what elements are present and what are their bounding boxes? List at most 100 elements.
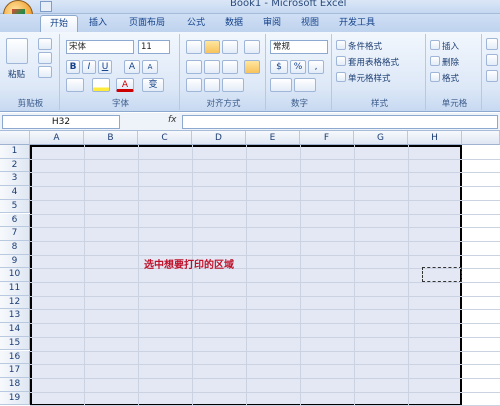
- column-header[interactable]: D: [192, 131, 246, 145]
- row-header[interactable]: 13: [0, 309, 30, 324]
- column-header[interactable]: B: [84, 131, 138, 145]
- decrease-decimal-icon[interactable]: [294, 78, 316, 92]
- styles-label: 样式: [370, 99, 388, 109]
- tab-view[interactable]: 视图: [292, 15, 328, 32]
- row-header[interactable]: 17: [0, 364, 30, 378]
- font-color-button[interactable]: A: [116, 78, 134, 92]
- cell-styles-button[interactable]: 单元格样式: [348, 72, 391, 84]
- grid-line: [30, 391, 500, 393]
- clear-icon[interactable]: [486, 70, 498, 82]
- name-box[interactable]: H32: [2, 115, 120, 129]
- font-name-select[interactable]: 宋体: [66, 40, 134, 54]
- wrap-text-icon[interactable]: [244, 40, 260, 54]
- formula-input[interactable]: [182, 115, 498, 129]
- row-header[interactable]: 6: [0, 213, 30, 228]
- number-format-select[interactable]: 常规: [270, 40, 328, 54]
- format-painter-icon[interactable]: [38, 66, 52, 78]
- select-all-corner[interactable]: [0, 131, 30, 145]
- bold-button[interactable]: B: [66, 60, 80, 74]
- row-header[interactable]: 3: [0, 172, 30, 187]
- row-header[interactable]: 9: [0, 254, 30, 269]
- italic-button[interactable]: I: [82, 60, 96, 74]
- copy-marquee: [422, 267, 462, 282]
- row-header[interactable]: 14: [0, 323, 30, 337]
- align-middle-icon[interactable]: [204, 40, 220, 54]
- row-header[interactable]: 15: [0, 336, 30, 351]
- tab-insert[interactable]: 插入: [80, 15, 116, 32]
- row-header[interactable]: 4: [0, 186, 30, 200]
- currency-button[interactable]: $: [270, 60, 288, 74]
- grow-font-button[interactable]: A: [124, 60, 140, 74]
- orientation-icon[interactable]: [222, 78, 244, 92]
- column-header[interactable]: C: [138, 131, 192, 145]
- autosum-icon[interactable]: [486, 38, 498, 50]
- ribbon: 粘贴 剪贴板 宋体 11 B I U A A A 变 字体 对齐方式 常规 $ …: [0, 32, 500, 112]
- row-header[interactable]: 12: [0, 295, 30, 310]
- tab-home[interactable]: 开始: [40, 15, 78, 32]
- title-bar: Book1 - Microsoft Excel: [0, 0, 500, 14]
- worksheet-grid[interactable]: A B C D E F G H 1 2 3 4 5 6 7 8 9 10 11 12 13 14 15 16 1…: [0, 131, 500, 406]
- row-header[interactable]: 11: [0, 282, 30, 296]
- ribbon-tabs: 开始 插入 页面布局 公式 数据 审阅 视图 开发工具: [0, 14, 500, 32]
- font-size-select[interactable]: 11: [138, 40, 170, 54]
- increase-indent-icon[interactable]: [204, 78, 220, 92]
- grid-line: [138, 145, 139, 406]
- align-top-icon[interactable]: [186, 40, 202, 54]
- row-header[interactable]: 8: [0, 240, 30, 255]
- row-header[interactable]: 2: [0, 158, 30, 173]
- delete-cells-icon: [430, 56, 440, 66]
- column-header[interactable]: A: [30, 131, 84, 145]
- decrease-indent-icon[interactable]: [186, 78, 202, 92]
- grid-line: [30, 364, 500, 366]
- tab-developer[interactable]: 开发工具: [330, 15, 384, 32]
- alignment-group: 对齐方式: [182, 34, 266, 110]
- row-header[interactable]: 1: [0, 145, 30, 159]
- conditional-format-button[interactable]: 条件格式: [348, 40, 382, 52]
- cell-styles-icon: [336, 72, 346, 82]
- tab-review[interactable]: 审阅: [254, 15, 290, 32]
- row-header[interactable]: 10: [0, 268, 30, 282]
- column-header[interactable]: H: [408, 131, 462, 145]
- paste-button[interactable]: 粘贴: [8, 68, 25, 80]
- annotation-text: 选中想要打印的区域: [144, 260, 234, 271]
- align-center-icon[interactable]: [204, 60, 220, 74]
- phonetic-button[interactable]: 变: [142, 78, 164, 92]
- tab-page-layout[interactable]: 页面布局: [118, 15, 176, 32]
- column-header[interactable]: G: [354, 131, 408, 145]
- column-header[interactable]: E: [246, 131, 300, 145]
- percent-button[interactable]: %: [290, 60, 306, 74]
- save-icon[interactable]: [40, 1, 52, 12]
- delete-cells-button[interactable]: 删除: [442, 56, 459, 68]
- merge-center-icon[interactable]: [244, 60, 260, 74]
- format-table-button[interactable]: 套用表格格式: [348, 56, 399, 68]
- fx-icon[interactable]: fx: [168, 115, 177, 125]
- paste-icon[interactable]: [6, 38, 28, 64]
- shrink-font-button[interactable]: A: [142, 60, 158, 74]
- row-header[interactable]: 19: [0, 391, 30, 406]
- increase-decimal-icon[interactable]: [270, 78, 292, 92]
- row-header[interactable]: 18: [0, 377, 30, 392]
- row-header[interactable]: 7: [0, 227, 30, 241]
- align-right-icon[interactable]: [222, 60, 238, 74]
- fill-color-icon[interactable]: [92, 78, 110, 92]
- row-header[interactable]: 5: [0, 199, 30, 214]
- copy-icon[interactable]: [38, 52, 52, 64]
- format-cells-button[interactable]: 格式: [442, 72, 459, 84]
- insert-cells-button[interactable]: 插入: [442, 40, 459, 52]
- tab-formulas[interactable]: 公式: [178, 15, 214, 32]
- grid-line: [354, 145, 355, 406]
- align-left-icon[interactable]: [186, 60, 202, 74]
- column-header[interactable]: F: [300, 131, 354, 145]
- cut-icon[interactable]: [38, 38, 52, 50]
- fill-icon[interactable]: [486, 54, 498, 66]
- grid-line: [30, 309, 500, 311]
- clipboard-label: 剪贴板: [17, 99, 44, 109]
- font-label: 字体: [111, 99, 129, 109]
- cells-label: 单元格: [441, 99, 468, 109]
- underline-button[interactable]: U: [98, 60, 112, 74]
- border-icon[interactable]: [66, 78, 84, 92]
- row-header[interactable]: 16: [0, 350, 30, 365]
- align-bottom-icon[interactable]: [222, 40, 238, 54]
- comma-button[interactable]: ,: [308, 60, 324, 74]
- tab-data[interactable]: 数据: [216, 15, 252, 32]
